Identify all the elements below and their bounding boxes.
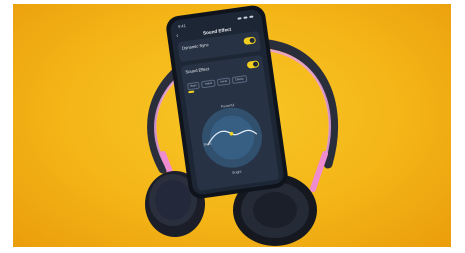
status-time: 9:41 <box>177 23 187 30</box>
status-icons <box>237 14 254 21</box>
sound-effect-title: Sound Effect <box>185 66 210 75</box>
dynamic-sync-toggle[interactable] <box>243 36 257 46</box>
dial-label-bottom: Bright <box>232 170 242 175</box>
image-frame: 9:41 ‹ Sound Effect Dynamic Sync Sound E… <box>0 0 465 253</box>
eq-dial[interactable]: Powerful Bass Bright <box>192 91 272 180</box>
preset-chips: Bass Treble Vocal Classic <box>187 75 248 91</box>
right-hinge <box>310 151 328 192</box>
chip-bass[interactable]: Bass <box>187 81 201 91</box>
selected-preset-badge[interactable] <box>188 90 195 94</box>
dynamic-sync-title: Dynamic Sync <box>181 42 209 51</box>
chip-treble[interactable]: Treble <box>201 79 216 89</box>
chip-vocal[interactable]: Vocal <box>216 77 231 87</box>
chip-classic[interactable]: Classic <box>231 75 248 85</box>
sound-effect-card: Sound Effect Bass Treble Vocal Classic P… <box>180 54 280 191</box>
photo-scene: 9:41 ‹ Sound Effect Dynamic Sync Sound E… <box>13 4 451 247</box>
sound-effect-toggle[interactable] <box>246 60 260 69</box>
